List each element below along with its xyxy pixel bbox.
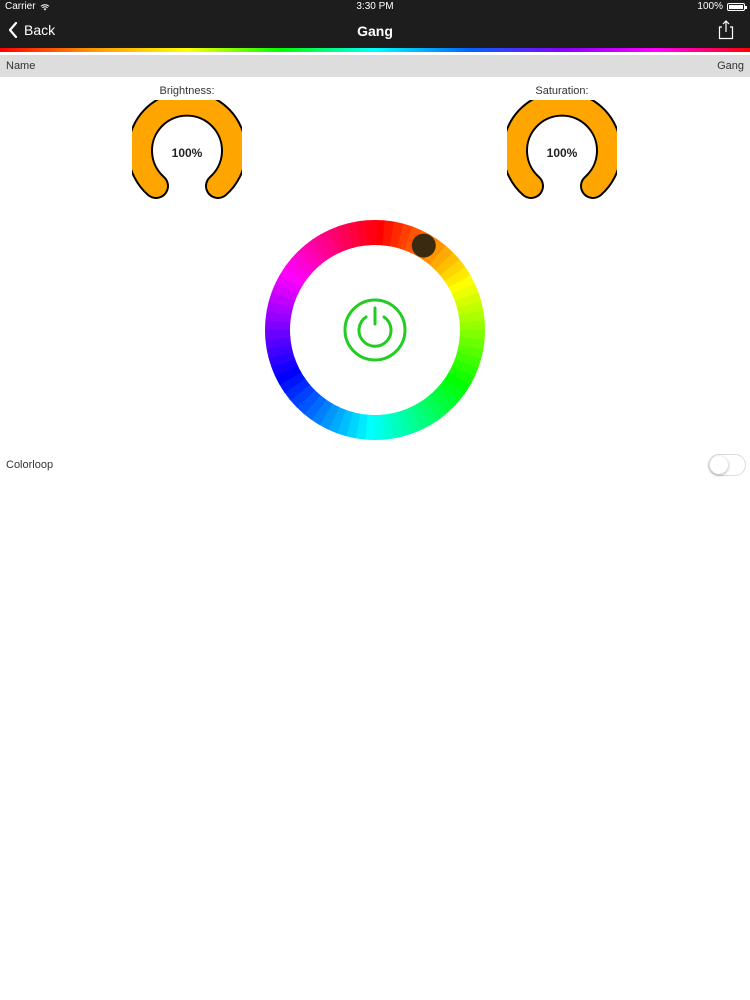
battery-percent: 100%: [697, 1, 723, 12]
battery-info: 100%: [697, 1, 747, 12]
battery-icon: [727, 2, 747, 11]
saturation-label: Saturation:: [535, 85, 589, 97]
name-label: Name: [6, 60, 36, 72]
navigation-bar: Back Gang: [0, 14, 750, 48]
brightness-label: Brightness:: [159, 85, 215, 97]
hue-selector-handle[interactable]: [411, 233, 436, 258]
rainbow-divider: [0, 48, 750, 52]
page-title: Gang: [357, 23, 393, 39]
toggle-knob[interactable]: [710, 456, 728, 474]
colorloop-label: Colorloop: [6, 459, 54, 471]
share-icon[interactable]: [718, 20, 734, 40]
power-button[interactable]: [343, 298, 407, 362]
status-time: 3:30 PM: [356, 1, 394, 12]
saturation-value: 100%: [546, 146, 578, 160]
name-value: Gang: [717, 60, 744, 72]
brightness-value: 100%: [171, 146, 203, 160]
status-bar: Carrier 3:30 PM 100%: [0, 0, 750, 14]
colorloop-toggle[interactable]: [708, 454, 746, 476]
color-wheel[interactable]: [265, 220, 485, 440]
name-row[interactable]: Name Gang: [0, 55, 750, 77]
